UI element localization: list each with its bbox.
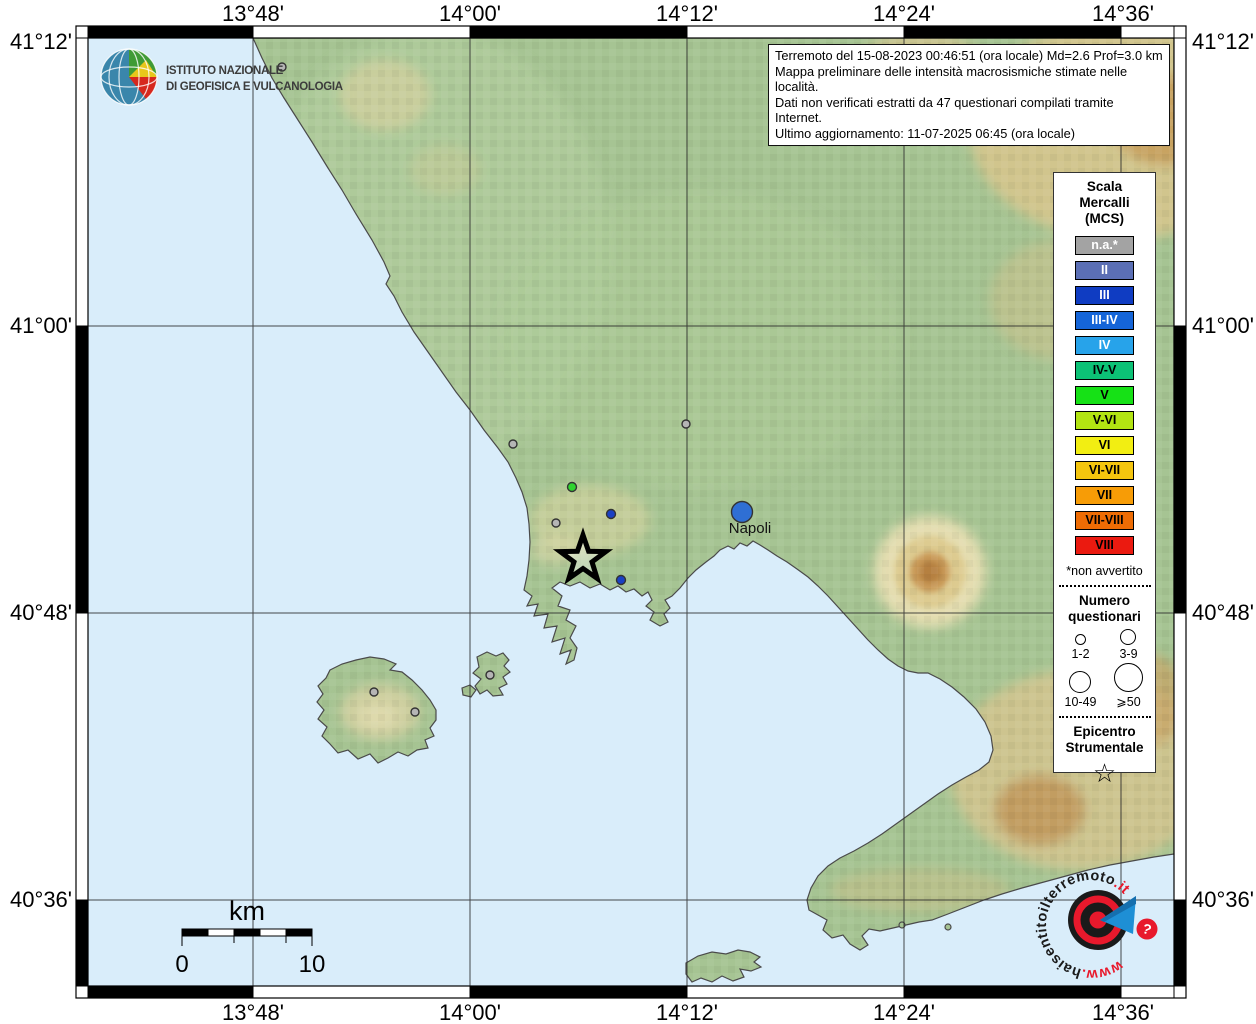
axis-tick-left: 40°48' xyxy=(10,600,72,625)
axis-tick-left: 41°00' xyxy=(10,313,72,338)
intensity-point xyxy=(566,481,578,493)
earthquake-info-box: Terremoto del 15-08-2023 00:46:51 (ora l… xyxy=(768,44,1170,146)
scale-bar-end: 10 xyxy=(299,951,326,978)
mcs-item-vii: VII xyxy=(1075,486,1134,505)
axis-tick-right: 40°36' xyxy=(1192,887,1254,912)
intensity-point xyxy=(681,419,691,429)
axis-tick-top: 14°12' xyxy=(656,1,718,26)
size-circle-icon xyxy=(1074,634,1086,645)
axis-tick-left: 41°12' xyxy=(10,29,72,54)
legend-title: Scala Mercalli (MCS) xyxy=(1079,179,1130,226)
mcs-item-iii: III xyxy=(1075,286,1134,305)
axis-tick-left: 40°36' xyxy=(10,887,72,912)
questionnaire-size: 10-49 xyxy=(1064,671,1097,709)
size-circle-icon xyxy=(1114,663,1143,692)
info-line-2: Mappa preliminare delle intensità macros… xyxy=(775,63,1128,95)
mcs-item-vvi: V-VI xyxy=(1075,411,1134,430)
city-label: Napoli xyxy=(729,520,772,537)
intensity-point xyxy=(605,508,617,520)
axis-tick-top: 14°24' xyxy=(873,1,935,26)
info-line-1: Terremoto del 15-08-2023 00:46:51 (ora l… xyxy=(775,48,1163,63)
axis-tick-top: 14°36' xyxy=(1092,1,1154,26)
intensity-point xyxy=(615,574,627,586)
intensity-point xyxy=(485,670,495,680)
axis-tick-bottom: 14°24' xyxy=(873,1000,935,1024)
intensity-point xyxy=(551,518,561,528)
mcs-item-ivv: IV-V xyxy=(1075,361,1134,380)
ingv-name-line1: ISTITUTO NAZIONALE xyxy=(166,65,284,77)
questionnaire-size: 1-2 xyxy=(1071,634,1090,661)
axis-tick-bottom: 14°00' xyxy=(439,1000,501,1024)
info-line-4: Ultimo aggiornamento: 11-07-2025 06:45 (… xyxy=(775,125,1075,141)
mcs-item-v: V xyxy=(1075,386,1134,405)
mcs-item-vi: VI xyxy=(1075,436,1134,455)
questionnaire-title: Numero questionari xyxy=(1068,593,1141,624)
axis-tick-bottom: 14°36' xyxy=(1092,1000,1154,1024)
divider xyxy=(1058,585,1151,587)
intensity-point xyxy=(369,687,379,697)
axis-tick-right: 41°12' xyxy=(1192,29,1254,54)
questionnaire-size: 3-9 xyxy=(1119,629,1138,661)
mcs-item-na: n.a.* xyxy=(1075,236,1134,255)
scale-bar-unit: km xyxy=(229,896,265,926)
intensity-point xyxy=(508,439,518,449)
mcs-item-vivii: VI-VII xyxy=(1075,461,1134,480)
size-circle-icon xyxy=(1069,671,1092,693)
axis-tick-right: 41°00' xyxy=(1192,313,1254,338)
info-line-3: Dati non verificati estratti da 47 quest… xyxy=(775,94,1114,126)
axis-tick-top: 13°48' xyxy=(222,1,284,26)
intensity-map-page: Napoli km 0 10 ISTITUTO NAZIONALE DI GEO… xyxy=(0,0,1256,1024)
mcs-item-viii: VIII xyxy=(1075,536,1134,555)
size-label: 3-9 xyxy=(1119,647,1138,661)
size-label: 1-2 xyxy=(1071,647,1090,661)
mcs-item-iiiiv: III-IV xyxy=(1075,311,1134,330)
axis-tick-bottom: 14°12' xyxy=(656,1000,718,1024)
axis-tick-right: 40°48' xyxy=(1192,600,1254,625)
legend-footnote: *non avvertito xyxy=(1066,564,1143,578)
size-label: 10-49 xyxy=(1064,695,1097,709)
axis-tick-bottom: 13°48' xyxy=(222,1000,284,1024)
intensity-point xyxy=(410,707,420,717)
size-circle-icon xyxy=(1120,629,1137,645)
questionnaire-size: ⩾50 xyxy=(1114,663,1143,709)
divider xyxy=(1058,716,1151,718)
mcs-item-iv: IV xyxy=(1075,336,1134,355)
scale-bar-start: 0 xyxy=(175,951,188,978)
mcs-item-ii: II xyxy=(1075,261,1134,280)
questionnaire-sizes: 1-2 3-9 10-49 ⩾50 xyxy=(1057,629,1153,709)
epicenter-title: Epicentro Strumentale xyxy=(1065,724,1144,755)
axis-tick-top: 14°00' xyxy=(439,1,501,26)
mcs-scale-items: n.a.* II III III-IV IV IV-V V V-VI VI VI-VII VII VI… xyxy=(1075,236,1134,555)
size-label: ⩾50 xyxy=(1116,695,1141,709)
legend-panel: Scala Mercalli (MCS) n.a.* II III III-IV IV I… xyxy=(1053,172,1156,786)
ingv-name-line2: DI GEOFISICA E VULCANOLOGIA xyxy=(166,81,343,93)
epicenter-star-icon: ☆ xyxy=(1092,758,1117,788)
mcs-item-viiviii: VII-VIII xyxy=(1075,511,1134,530)
